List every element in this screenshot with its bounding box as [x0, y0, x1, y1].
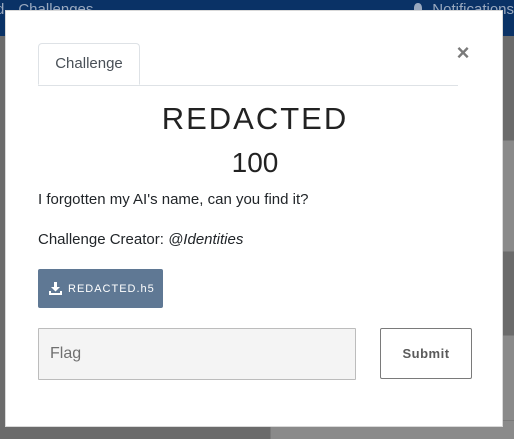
file-name: REDACTED.h5: [68, 282, 155, 295]
background-nav-item[interactable]: d: [0, 0, 4, 20]
challenge-points: 100: [231, 147, 279, 178]
download-file-button[interactable]: REDACTED.h5: [38, 269, 163, 308]
download-icon: [49, 282, 62, 295]
submit-button[interactable]: Submit: [380, 328, 472, 379]
tab-challenge[interactable]: Challenge: [38, 43, 140, 85]
challenge-creator: Challenge Creator: @Identities: [38, 229, 243, 251]
close-button[interactable]: ×: [455, 42, 471, 64]
creator-name: @Identities: [168, 231, 244, 248]
close-icon: ×: [456, 40, 470, 65]
challenge-modal: Challenge × REDACTED 100 I forgotten my …: [5, 10, 503, 427]
flag-input[interactable]: [38, 328, 356, 380]
challenge-title: REDACTED: [161, 101, 349, 136]
challenge-description: I forgotten my AI's name, can you find i…: [38, 191, 309, 208]
page: d Challenges Notifications Challenge × R…: [0, 0, 514, 439]
creator-prefix: Challenge Creator:: [38, 231, 169, 248]
modal-tabs: Challenge: [38, 43, 458, 86]
